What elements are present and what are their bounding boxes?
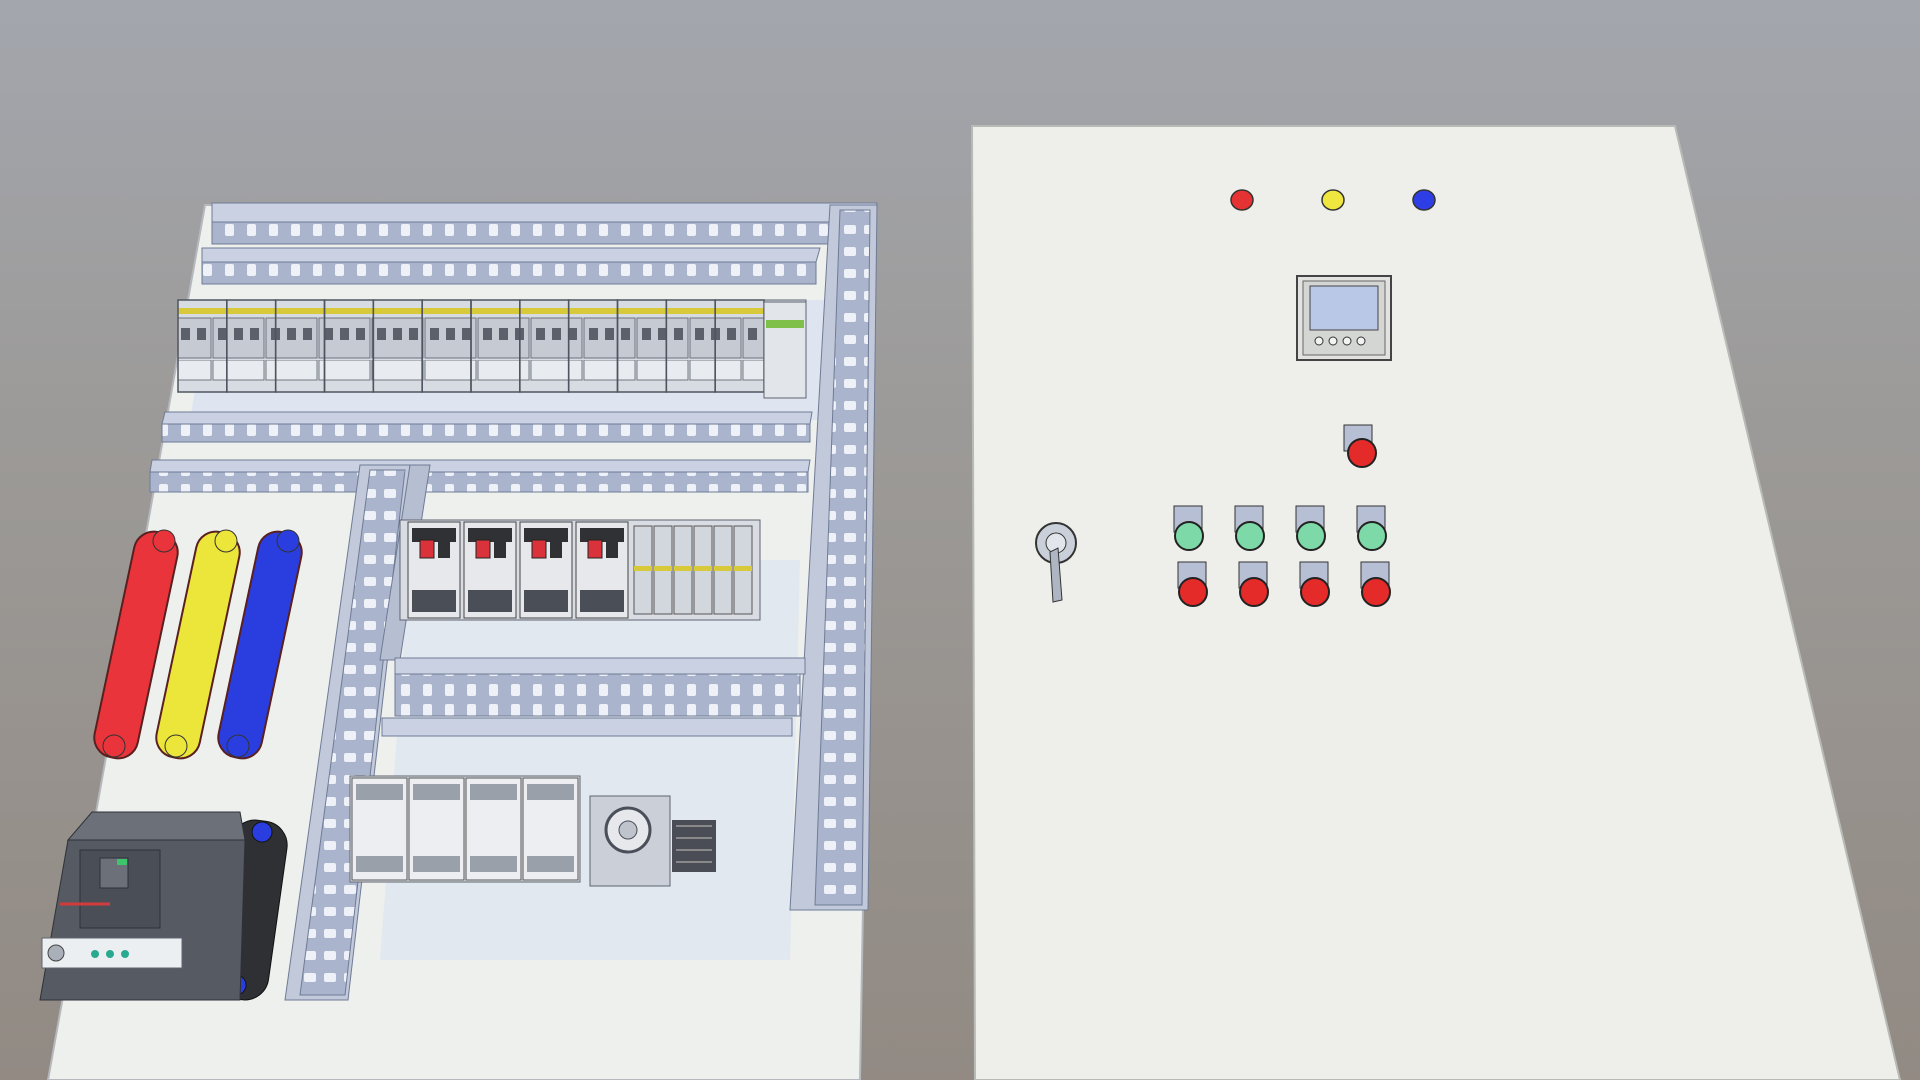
multifunction-meter — [1296, 275, 1392, 361]
start-button-3[interactable] — [1295, 505, 1326, 551]
terminal-block-2 — [408, 777, 465, 881]
start-button-2[interactable] — [1234, 505, 1265, 551]
din-rail-top — [177, 299, 807, 393]
breaker-small-1 — [763, 301, 807, 399]
cable-duct-top — [201, 202, 878, 285]
bolt-icon — [276, 529, 300, 553]
pilot-light-red — [1230, 189, 1254, 211]
terminal-block-1 — [351, 777, 408, 881]
contactor-row — [399, 519, 761, 621]
meter-button-4[interactable] — [1356, 336, 1366, 346]
bolt-icon — [214, 529, 238, 553]
contactor-3 — [519, 521, 573, 619]
cable-duct-lower — [381, 657, 806, 737]
indicator-light-icon — [47, 944, 65, 962]
meter-button-2[interactable] — [1328, 336, 1338, 346]
stop-button-3[interactable] — [1299, 561, 1330, 607]
stop-button-2[interactable] — [1238, 561, 1269, 607]
contactor-1 — [407, 521, 461, 619]
neutral-bolt-top — [251, 821, 273, 843]
breaker-row-top — [177, 299, 807, 399]
bolt-icon — [102, 734, 126, 758]
main-circuit-breaker — [39, 811, 246, 1001]
meter-screen — [1309, 285, 1379, 331]
contactor-4 — [575, 521, 629, 619]
wiring-bundle — [672, 820, 716, 872]
stop-button-4[interactable] — [1360, 561, 1391, 607]
start-button-4[interactable] — [1356, 505, 1387, 551]
stop-button-1[interactable] — [1177, 561, 1208, 607]
pilot-light-blue — [1412, 189, 1436, 211]
contactor-2 — [463, 521, 517, 619]
terminal-block-3 — [465, 777, 522, 881]
door-panel — [970, 125, 1902, 1080]
terminal-block-4 — [522, 777, 579, 881]
bolt-icon — [164, 734, 188, 758]
control-panel-3d-scene — [39, 125, 1902, 1080]
door-panel-surface — [970, 125, 1902, 1080]
meter-button-3[interactable] — [1342, 336, 1352, 346]
pilot-light-yellow — [1321, 189, 1345, 211]
bolt-icon — [152, 529, 176, 553]
start-button-1[interactable] — [1173, 505, 1204, 551]
meter-button-1[interactable] — [1314, 336, 1324, 346]
bolt-icon — [226, 734, 250, 758]
